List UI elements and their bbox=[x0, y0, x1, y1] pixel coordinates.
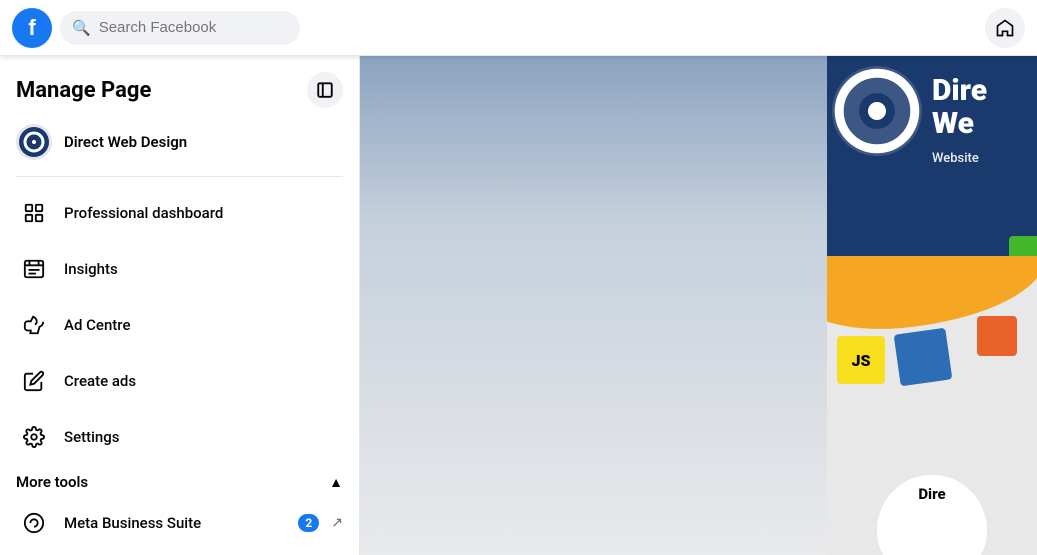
ad-centre-label: Ad Centre bbox=[64, 316, 131, 334]
professional-dashboard-icon bbox=[16, 195, 52, 231]
create-ads-label: Create ads bbox=[64, 372, 136, 390]
topbar-left: f 🔍 bbox=[12, 8, 300, 48]
nav-ad-centre[interactable]: Ad Centre bbox=[8, 297, 351, 353]
meta-business-suite-item[interactable]: Meta Business Suite 2 ↗ bbox=[8, 495, 351, 551]
topbar: f 🔍 bbox=[0, 0, 1037, 56]
js-badge: JS bbox=[837, 336, 885, 384]
notification-badge: 2 bbox=[298, 514, 319, 532]
collapse-icon bbox=[316, 81, 334, 99]
external-link-icon: ↗ bbox=[331, 515, 343, 531]
topbar-right bbox=[985, 8, 1025, 48]
facebook-logo[interactable]: f bbox=[12, 8, 52, 48]
ad-centre-icon bbox=[16, 307, 52, 343]
home-button[interactable] bbox=[985, 8, 1025, 48]
nav-professional-dashboard[interactable]: Professional dashboard bbox=[8, 185, 351, 241]
right-panel: Dire We Website JS bbox=[827, 56, 1037, 555]
bottom-circle: Dire bbox=[877, 475, 987, 555]
content-area: Dire We Website JS bbox=[360, 56, 1037, 555]
more-tools-label: More tools bbox=[16, 473, 88, 491]
chevron-up-icon: ▲ bbox=[329, 474, 343, 491]
settings-icon bbox=[16, 419, 52, 455]
divider bbox=[16, 176, 343, 177]
blue-box bbox=[894, 328, 953, 387]
sidebar-title: Manage Page bbox=[16, 78, 151, 103]
svg-text:f: f bbox=[28, 15, 36, 40]
page-avatar bbox=[16, 124, 52, 160]
settings-label: Settings bbox=[64, 428, 120, 446]
orange-box bbox=[977, 316, 1017, 356]
sidebar-header: Manage Page bbox=[8, 68, 351, 116]
meta-business-suite-label: Meta Business Suite bbox=[64, 514, 286, 532]
search-icon: 🔍 bbox=[72, 19, 91, 37]
main-layout: Manage Page Direct Web Design bbox=[0, 56, 1037, 555]
dwd-subtitle: Website bbox=[932, 151, 979, 166]
search-bar[interactable]: 🔍 bbox=[60, 11, 300, 45]
bottom-circle-text: Dire bbox=[918, 485, 945, 503]
search-input[interactable] bbox=[99, 19, 288, 36]
nav-create-ads[interactable]: Create ads bbox=[8, 353, 351, 409]
more-tools-header[interactable]: More tools ▲ bbox=[8, 465, 351, 495]
page-name: Direct Web Design bbox=[64, 133, 187, 151]
nav-insights[interactable]: Insights bbox=[8, 241, 351, 297]
dwd-logo bbox=[832, 66, 922, 156]
dwd-title: Dire We bbox=[932, 74, 987, 140]
professional-dashboard-label: Professional dashboard bbox=[64, 204, 223, 222]
create-ads-icon bbox=[16, 363, 52, 399]
meta-business-suite-icon bbox=[16, 505, 52, 541]
nav-settings[interactable]: Settings bbox=[8, 409, 351, 465]
collapse-button[interactable] bbox=[307, 72, 343, 108]
insights-icon bbox=[16, 251, 52, 287]
dwd-banner: Dire We Website JS bbox=[827, 56, 1037, 555]
page-profile[interactable]: Direct Web Design bbox=[8, 116, 351, 168]
home-icon bbox=[995, 18, 1015, 38]
sidebar: Manage Page Direct Web Design bbox=[0, 56, 360, 555]
insights-label: Insights bbox=[64, 260, 118, 278]
